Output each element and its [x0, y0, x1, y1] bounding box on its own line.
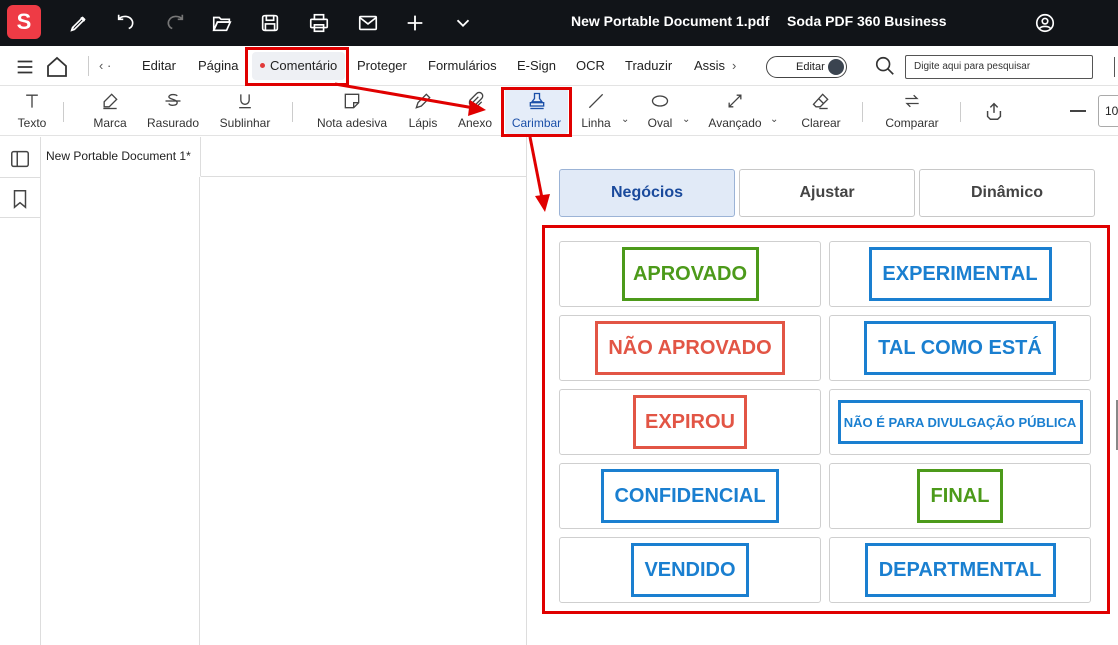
divider	[63, 102, 64, 122]
tool-anexo[interactable]: Anexo	[455, 90, 495, 132]
tool-texto[interactable]: Texto	[12, 90, 52, 132]
menu-item-proteger[interactable]: Proteger	[357, 58, 407, 73]
zoom-out-icon[interactable]	[1070, 110, 1086, 112]
tool-avancado[interactable]: Avançado	[706, 90, 764, 132]
save-icon[interactable]	[256, 9, 284, 37]
document-title: New Portable Document 1.pdf	[571, 13, 770, 29]
panel-divider	[526, 137, 527, 645]
pencil-icon	[404, 90, 442, 112]
document-canvas-edge	[199, 177, 200, 645]
hamburger-menu-icon[interactable]	[14, 56, 36, 78]
print-icon[interactable]	[305, 9, 333, 37]
search-input[interactable]: Digite aqui para pesquisar	[905, 55, 1093, 79]
tool-rasurado[interactable]: Rasurado	[143, 90, 203, 132]
plus-icon[interactable]	[401, 9, 429, 37]
arrow-line	[528, 136, 544, 199]
tool-comparar[interactable]: Comparar	[882, 90, 942, 132]
tab-ajustar[interactable]: Ajustar	[739, 169, 915, 217]
divider	[292, 102, 293, 122]
search-icon[interactable]	[874, 55, 896, 77]
strikethrough-icon	[143, 90, 203, 112]
highlight-box-carimbar	[501, 87, 572, 137]
document-tab[interactable]: New Portable Document 1*	[41, 137, 201, 177]
menu-scroll-left[interactable]: ‹ ·	[99, 58, 111, 73]
compare-icon	[882, 90, 942, 112]
sticky-note-icon	[313, 90, 391, 112]
pen-icon[interactable]	[65, 9, 93, 37]
panel-edge	[1114, 57, 1118, 77]
tool-marca[interactable]: Marca	[88, 90, 132, 132]
highlighter-icon	[88, 90, 132, 112]
home-icon[interactable]	[45, 55, 69, 79]
chevron-down-icon[interactable]	[449, 9, 477, 37]
arrowhead	[535, 194, 550, 212]
app-logo[interactable]: S	[7, 5, 41, 39]
divider	[0, 217, 40, 218]
mail-icon[interactable]	[354, 9, 382, 37]
oval-icon	[644, 90, 676, 112]
highlight-box-stamps	[542, 225, 1110, 614]
divider	[960, 102, 961, 122]
menu-item-editar[interactable]: Editar	[142, 58, 176, 73]
edit-toggle-label: Editar	[796, 61, 825, 73]
eraser-icon	[799, 90, 843, 112]
menu-item-ocr[interactable]: OCR	[576, 58, 605, 73]
underline-icon	[214, 90, 276, 112]
user-account-icon[interactable]	[1031, 9, 1059, 37]
panel-toggle-icon[interactable]	[8, 147, 32, 171]
tool-lapis[interactable]: Lápis	[404, 90, 442, 132]
zoom-level-field[interactable]: 10	[1098, 95, 1118, 127]
bookmark-icon[interactable]	[8, 187, 32, 211]
text-icon	[12, 90, 52, 112]
left-sidebar	[0, 137, 41, 645]
menu-item-esign[interactable]: E-Sign	[517, 58, 556, 73]
menu-bar: ‹ · Editar Página Comentário Proteger Fo…	[0, 46, 1118, 86]
chevron-down-icon[interactable]: ⌄	[770, 114, 778, 125]
divider	[0, 177, 40, 178]
menu-item-traduzir[interactable]: Traduzir	[625, 58, 672, 73]
app-title: Soda PDF 360 Business	[787, 13, 947, 29]
tool-sublinhar[interactable]: Sublinhar	[214, 90, 276, 132]
redo-icon[interactable]	[161, 9, 189, 37]
tool-nota-adesiva[interactable]: Nota adesiva	[313, 90, 391, 132]
undo-icon[interactable]	[112, 9, 140, 37]
highlight-box-comentario	[245, 47, 349, 86]
toggle-knob	[828, 59, 844, 75]
menu-scroll-right[interactable]: ›	[732, 58, 736, 73]
divider	[201, 176, 527, 177]
menu-item-formularios[interactable]: Formulários	[428, 58, 497, 73]
divider	[88, 56, 89, 76]
tab-dinamico[interactable]: Dinâmico	[919, 169, 1095, 217]
chevron-down-icon[interactable]: ⌄	[682, 114, 690, 125]
title-bar: S New Portable Document 1.pdf Soda PDF 3…	[0, 0, 1118, 46]
tab-negocios[interactable]: Negócios	[559, 169, 735, 217]
line-icon	[578, 90, 614, 112]
tool-oval[interactable]: Oval	[644, 90, 676, 132]
tool-linha[interactable]: Linha	[578, 90, 614, 132]
menu-item-pagina[interactable]: Página	[198, 58, 238, 73]
tool-clarear[interactable]: Clarear	[799, 90, 843, 132]
export-icon[interactable]	[983, 100, 1005, 122]
folder-open-icon[interactable]	[208, 9, 236, 37]
chevron-down-icon[interactable]: ⌄	[621, 114, 629, 125]
paperclip-icon	[455, 90, 495, 112]
edit-mode-toggle[interactable]: Editar	[766, 56, 847, 78]
advanced-icon	[706, 90, 764, 112]
divider	[862, 102, 863, 122]
menu-item-assis[interactable]: Assis	[694, 58, 725, 73]
